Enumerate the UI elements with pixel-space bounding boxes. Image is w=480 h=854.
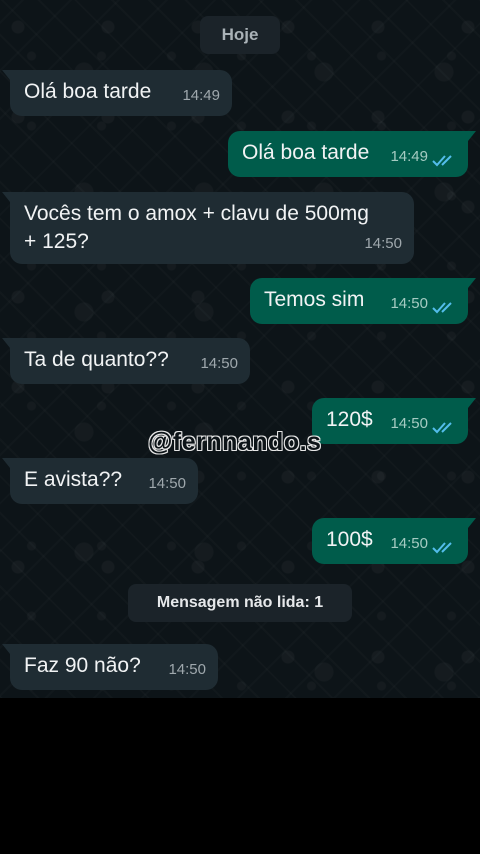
watermark-handle: @fernnando.s [148, 428, 322, 456]
message-time: 14:50 [390, 295, 428, 312]
message-bubble-outgoing[interactable]: Olá boa tarde 14:49 [228, 131, 476, 177]
message-bubble-incoming[interactable]: Olá boa tarde 14:49 [2, 70, 232, 116]
message-time: 14:49 [390, 148, 428, 165]
message-time: 14:50 [200, 355, 238, 372]
message-text: Olá boa tarde [24, 80, 152, 103]
message-bubble-outgoing[interactable]: 100$ 14:50 [312, 518, 476, 564]
chat-background: Hoje Olá boa tarde 14:49 Olá boa tarde 1… [0, 0, 480, 698]
message-bubble-incoming[interactable]: Faz 90 não? 14:50 [2, 644, 218, 690]
message-text: Vocês tem o amox + clavu de 500mg + 125? [24, 202, 369, 253]
message-text: Faz 90 não? [24, 654, 141, 677]
read-double-check-icon [432, 302, 452, 314]
message-time: 14:50 [364, 235, 402, 252]
message-text: 120$ [326, 408, 373, 431]
read-double-check-icon [432, 542, 452, 554]
date-divider: Hoje [200, 16, 280, 54]
message-bubble-incoming[interactable]: Ta de quanto?? 14:50 [2, 338, 250, 384]
message-time: 14:50 [390, 535, 428, 552]
message-bubble-outgoing[interactable]: 120$ 14:50 [312, 398, 476, 444]
message-bubble-outgoing[interactable]: Temos sim 14:50 [250, 278, 476, 324]
message-text: E avista?? [24, 468, 123, 491]
message-bubble-incoming[interactable]: E avista?? 14:50 [2, 458, 198, 504]
message-text: Temos sim [264, 288, 365, 311]
message-time: 14:50 [168, 661, 206, 678]
bottom-black-area [0, 698, 480, 854]
read-double-check-icon [432, 422, 452, 434]
read-double-check-icon [432, 155, 452, 167]
unread-messages-divider: Mensagem não lida: 1 [128, 584, 352, 622]
message-text: Ta de quanto?? [24, 348, 169, 371]
message-text: Olá boa tarde [242, 141, 370, 164]
message-time: 14:50 [148, 475, 186, 492]
message-bubble-incoming[interactable]: Vocês tem o amox + clavu de 500mg + 125?… [2, 192, 414, 264]
message-time: 14:49 [182, 87, 220, 104]
message-text: 100$ [326, 528, 373, 551]
message-time: 14:50 [390, 415, 428, 432]
